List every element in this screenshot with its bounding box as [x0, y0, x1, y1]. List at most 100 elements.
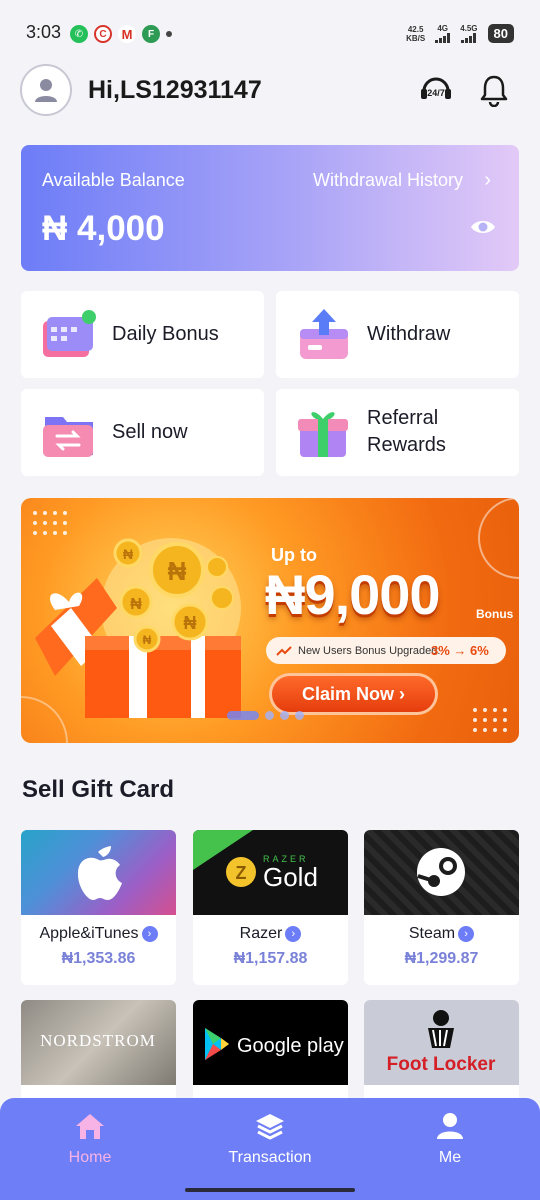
- gift-box-icon: [298, 412, 348, 457]
- withdraw-label: Withdraw: [367, 323, 451, 345]
- gift-card-razer[interactable]: Z RAZER Gold Razer › ₦1,157.88: [193, 830, 348, 985]
- sell-now-label: Sell now: [112, 421, 188, 443]
- bonus-upgrade-pill: New Users Bonus Upgraded: 3% → 6%: [266, 637, 506, 664]
- sell-now-button[interactable]: Sell now: [21, 389, 264, 476]
- chevron-right-icon: ›: [458, 926, 475, 942]
- bonus-upgrade-text: New Users Bonus Upgraded:: [298, 645, 441, 657]
- banner-amount: ₦9,000: [265, 563, 441, 626]
- foot-locker-logo-icon: Foot Locker: [387, 1010, 496, 1075]
- card-price: ₦1,299.87: [404, 950, 479, 967]
- razer-card-image: Z RAZER Gold: [193, 830, 348, 915]
- nav-transaction-label: Transaction: [228, 1149, 312, 1166]
- signal-4g-icon: 4G: [435, 24, 451, 43]
- greeting-text: Hi,LS12931147: [88, 76, 262, 104]
- daily-bonus-label: Daily Bonus: [112, 323, 219, 345]
- svg-text:₦: ₦: [168, 556, 187, 586]
- more-notifications-icon: [166, 31, 172, 37]
- nav-me-label: Me: [438, 1149, 462, 1166]
- apple-logo-icon: [77, 846, 122, 900]
- notification-icons: ✆ C M F: [70, 25, 172, 43]
- balance-label: Available Balance: [42, 170, 185, 190]
- app-notification-icon: C: [94, 25, 112, 43]
- carousel-indicator: [227, 711, 304, 720]
- gift-card-nordstrom[interactable]: NORDSTROM: [21, 1000, 176, 1110]
- user-icon: [35, 79, 57, 102]
- home-icon: [76, 1114, 104, 1139]
- svg-text:₦: ₦: [143, 633, 152, 647]
- app-header: Hi,LS12931147 24/7: [20, 62, 520, 118]
- exchange-folder-icon: [43, 417, 93, 457]
- nav-home-label: Home: [68, 1149, 112, 1166]
- svg-text:Foot Locker: Foot Locker: [387, 1054, 496, 1075]
- gift-card-google-play[interactable]: Google play: [193, 1000, 348, 1110]
- nordstrom-logo-icon: NORDSTROM: [40, 1031, 156, 1050]
- calendar-gift-icon: [43, 310, 96, 357]
- nav-home[interactable]: Home: [60, 1112, 120, 1167]
- razer-gold-logo-icon: Z RAZER Gold: [193, 830, 318, 892]
- section-title: Sell Gift Card: [22, 776, 175, 803]
- card-name: Steam ›: [364, 925, 519, 943]
- svg-text:Z: Z: [236, 863, 247, 883]
- svg-text:24/7: 24/7: [427, 88, 445, 98]
- user-icon: [437, 1113, 463, 1139]
- balance-card: Available Balance Withdrawal History › ₦…: [21, 145, 519, 271]
- gesture-bar: [185, 1188, 355, 1192]
- steam-logo-icon: [417, 848, 465, 896]
- google-play-card-image: Google play: [193, 1000, 348, 1085]
- chevron-right-icon: ›: [141, 926, 158, 942]
- gift-card-apple[interactable]: Apple&iTunes › ₦1,353.86: [21, 830, 176, 985]
- trend-up-icon: [276, 646, 292, 656]
- status-right: 42.5 KB/S 4G 4.5G 80: [406, 24, 514, 43]
- net-speed: 42.5 KB/S: [406, 24, 426, 43]
- svg-text:Gold: Gold: [263, 862, 318, 892]
- carousel-dot[interactable]: [227, 711, 259, 720]
- layers-icon: [256, 1114, 284, 1140]
- status-bar: 3:03 ✆ C M F 42.5 KB/S 4G 4.5G 80: [0, 0, 540, 70]
- daily-bonus-button[interactable]: Daily Bonus: [21, 291, 264, 378]
- gmail-icon: M: [118, 25, 136, 43]
- gift-card-foot-locker[interactable]: Foot Locker: [364, 1000, 519, 1110]
- carousel-dot[interactable]: [295, 711, 304, 720]
- bottom-nav: Home Transaction Me: [0, 1098, 540, 1200]
- svg-text:Google play: Google play: [237, 1035, 344, 1057]
- google-play-logo-icon: Google play: [205, 1028, 344, 1060]
- claim-now-button[interactable]: Claim Now ›: [272, 676, 435, 712]
- chevron-right-icon: ›: [285, 926, 302, 942]
- balance-amount: ₦ 4,000: [42, 209, 165, 248]
- eye-icon[interactable]: [469, 217, 497, 242]
- foot-locker-card-image: Foot Locker: [364, 1000, 519, 1085]
- nav-me[interactable]: Me: [422, 1112, 478, 1167]
- steam-card-image: [364, 830, 519, 915]
- whatsapp-icon: ✆: [70, 25, 88, 43]
- carousel-dot[interactable]: [280, 711, 289, 720]
- chevron-right-icon[interactable]: ›: [484, 169, 491, 192]
- svg-text:₦: ₦: [130, 596, 142, 613]
- svg-text:NORDSTROM: NORDSTROM: [40, 1031, 156, 1050]
- card-price: ₦1,157.88: [233, 950, 308, 967]
- card-price: ₦1,353.86: [61, 950, 136, 967]
- referral-rewards-button[interactable]: Referral Rewards: [276, 389, 519, 476]
- status-time: 3:03: [26, 22, 62, 42]
- svg-text:₦: ₦: [184, 613, 197, 633]
- carousel-dot[interactable]: [265, 711, 274, 720]
- banner-bonus-label: Bonus: [476, 607, 514, 621]
- avatar[interactable]: [20, 64, 72, 116]
- apple-card-image: [21, 830, 176, 915]
- bell-icon[interactable]: [476, 72, 512, 108]
- withdrawal-history-link[interactable]: Withdrawal History: [313, 170, 463, 191]
- referral-rewards-label: Referral Rewards: [367, 407, 446, 456]
- support-icon[interactable]: 24/7: [418, 72, 454, 108]
- withdraw-button[interactable]: Withdraw: [276, 291, 519, 378]
- svg-text:₦: ₦: [123, 546, 133, 562]
- signal-45g-icon: 4.5G: [460, 24, 478, 43]
- bonus-rate: 3% → 6%: [431, 643, 489, 658]
- battery-indicator: 80: [487, 24, 514, 43]
- nordstrom-card-image: NORDSTROM: [21, 1000, 176, 1085]
- promo-banner[interactable]: ₦ ₦ ₦ ₦ ₦ Up to ₦9,000 Bonus New Users B…: [21, 498, 519, 743]
- withdraw-box-icon: [300, 309, 348, 359]
- card-name: Razer ›: [193, 925, 348, 943]
- app-f-icon: F: [142, 25, 160, 43]
- gift-card-steam[interactable]: Steam › ₦1,299.87: [364, 830, 519, 985]
- card-name: Apple&iTunes ›: [21, 925, 176, 943]
- nav-transaction[interactable]: Transaction: [210, 1112, 330, 1167]
